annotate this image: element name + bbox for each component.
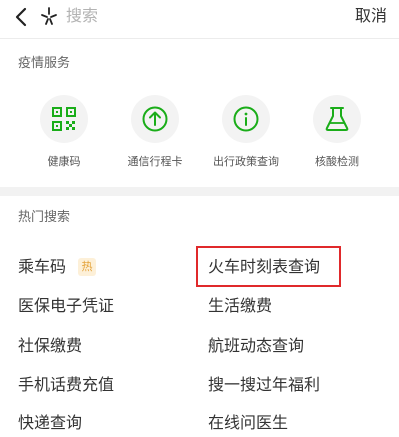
- section-title-epidemic: 疫情服务: [18, 56, 71, 71]
- divider: [0, 38, 399, 39]
- service-health-code[interactable]: 健康码: [16, 95, 112, 169]
- hot-search-item[interactable]: 医保电子凭证: [18, 296, 114, 316]
- hot-badge: 热: [78, 258, 96, 276]
- flask-icon: [325, 107, 349, 131]
- service-label: 通信行程卡: [127, 155, 183, 168]
- service-travel-card[interactable]: 通信行程卡: [107, 95, 203, 169]
- hot-search-item[interactable]: 乘车码: [18, 257, 66, 277]
- cancel-button[interactable]: 取消: [355, 6, 387, 26]
- service-label: 健康码: [47, 155, 81, 168]
- service-icon-bg: [313, 95, 361, 143]
- service-travel-policy[interactable]: 出行政策查询: [198, 95, 294, 169]
- service-icon-bg: [222, 95, 270, 143]
- qr-code-icon: [52, 107, 76, 131]
- hot-search-item[interactable]: 手机话费充值: [18, 375, 114, 395]
- service-nucleic-test[interactable]: 核酸检测: [289, 95, 385, 169]
- hot-search-item[interactable]: 生活缴费: [208, 296, 272, 316]
- service-label: 核酸检测: [315, 155, 359, 168]
- search-input[interactable]: 搜索: [66, 6, 98, 26]
- chevron-left-icon[interactable]: [13, 6, 29, 28]
- service-icon-bg: [40, 95, 88, 143]
- sparkle-icon: [41, 7, 57, 25]
- hot-search-item[interactable]: 航班动态查询: [208, 336, 304, 356]
- section-separator: [0, 187, 399, 196]
- service-label: 出行政策查询: [213, 155, 279, 168]
- info-icon: [233, 106, 259, 132]
- arrow-up-circle-icon: [142, 106, 168, 132]
- hot-search-item[interactable]: 在线问医生: [208, 413, 288, 433]
- service-icon-bg: [131, 95, 179, 143]
- highlight-box: [196, 246, 341, 287]
- section-title-hot-search: 热门搜索: [18, 210, 71, 225]
- hot-search-item[interactable]: 快递查询: [18, 413, 82, 433]
- hot-search-item[interactable]: 社保缴费: [18, 336, 82, 356]
- hot-search-item[interactable]: 搜一搜过年福利: [208, 375, 320, 395]
- search-bar: 搜索 取消: [0, 0, 399, 34]
